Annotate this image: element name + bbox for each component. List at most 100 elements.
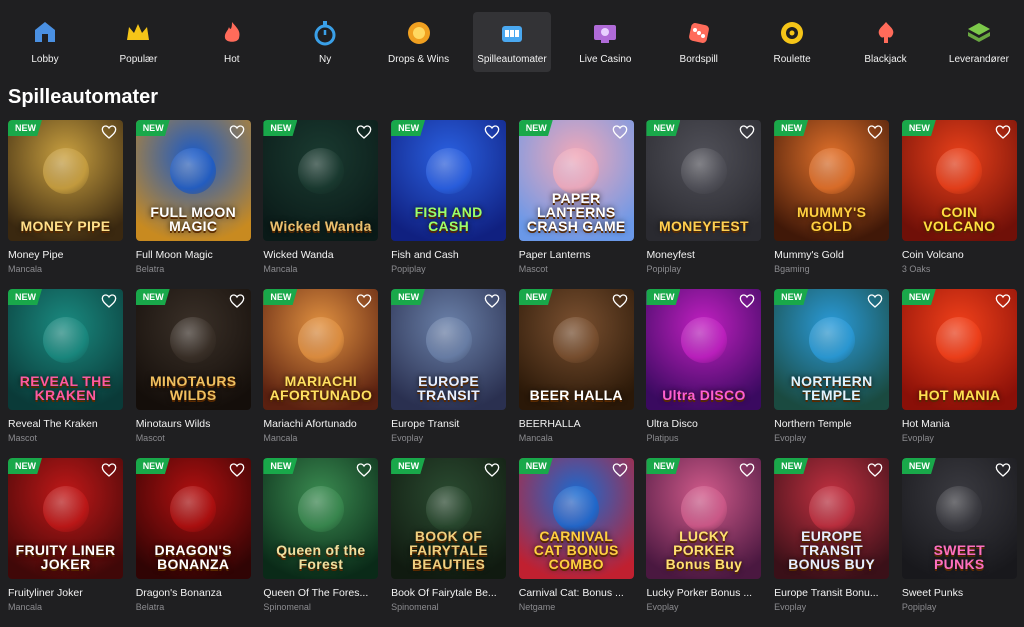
nav-item-ny[interactable]: Ny bbox=[286, 12, 364, 72]
game-card[interactable]: NEW EUROPE TRANSIT BONUS BUY Europe Tran… bbox=[774, 458, 890, 627]
favorite-heart-icon[interactable] bbox=[739, 462, 755, 478]
nav-item-roulette[interactable]: Roulette bbox=[753, 12, 831, 72]
nav-item-hot[interactable]: Hot bbox=[193, 12, 271, 72]
favorite-heart-icon[interactable] bbox=[995, 124, 1011, 140]
favorite-heart-icon[interactable] bbox=[101, 462, 117, 478]
game-thumbnail[interactable]: NEW EUROPE TRANSIT BONUS BUY bbox=[774, 458, 890, 579]
game-card[interactable]: NEW FRUITY LINER JOKER Fruityliner Joker… bbox=[8, 458, 123, 627]
game-card[interactable]: NEW MARIACHI AFORTUNADO Mariachi Afortun… bbox=[263, 289, 379, 458]
favorite-heart-icon[interactable] bbox=[995, 462, 1011, 478]
favorite-heart-icon[interactable] bbox=[995, 293, 1011, 309]
game-thumbnail[interactable]: NEW FULL MOON MAGIC bbox=[135, 120, 251, 241]
game-card[interactable]: NEW MONEYFEST Moneyfest Popiplay bbox=[646, 120, 762, 289]
game-card[interactable]: NEW SWEET PUNKS Sweet Punks Popiplay bbox=[901, 458, 1017, 627]
game-name[interactable]: Lucky Porker Bonus ... bbox=[646, 587, 761, 599]
game-thumbnail[interactable]: NEW MONEY PIPE bbox=[8, 120, 123, 241]
game-thumbnail[interactable]: NEW FISH AND CASH bbox=[391, 120, 507, 241]
game-thumbnail[interactable]: NEW Ultra DISCO bbox=[646, 289, 762, 410]
game-name[interactable]: Coin Volcano bbox=[902, 249, 1017, 261]
game-card[interactable]: NEW REVEAL THE KRAKEN Reveal The Kraken … bbox=[8, 289, 123, 458]
game-name[interactable]: Fish and Cash bbox=[391, 249, 506, 261]
game-thumbnail[interactable]: NEW Wicked Wanda bbox=[263, 120, 379, 241]
game-thumbnail[interactable]: NEW MINOTAURS WILDS bbox=[135, 289, 251, 410]
game-thumbnail[interactable]: NEW NORTHERN TEMPLE bbox=[774, 289, 890, 410]
game-card[interactable]: NEW MUMMY'S GOLD Mummy's Gold Bgaming bbox=[774, 120, 890, 289]
nav-item-drops-wins[interactable]: Drops & Wins bbox=[380, 12, 458, 72]
game-card[interactable]: NEW NORTHERN TEMPLE Northern Temple Evop… bbox=[774, 289, 890, 458]
favorite-heart-icon[interactable] bbox=[739, 124, 755, 140]
nav-item-leverandører[interactable]: Leverandører bbox=[940, 12, 1018, 72]
game-name[interactable]: Dragon's Bonanza bbox=[136, 587, 251, 599]
game-card[interactable]: NEW Ultra DISCO Ultra Disco Platipus bbox=[646, 289, 762, 458]
game-card[interactable]: NEW FULL MOON MAGIC Full Moon Magic Bela… bbox=[135, 120, 251, 289]
game-card[interactable]: NEW CARNIVAL CAT BONUS COMBO Carnival Ca… bbox=[518, 458, 634, 627]
game-thumbnail[interactable]: NEW HOT MANIA bbox=[901, 289, 1017, 410]
favorite-heart-icon[interactable] bbox=[484, 124, 500, 140]
nav-item-populær[interactable]: Populær bbox=[99, 12, 177, 72]
nav-item-blackjack[interactable]: Blackjack bbox=[847, 12, 925, 72]
game-name[interactable]: Reveal The Kraken bbox=[8, 418, 123, 430]
game-card[interactable]: NEW BEER HALLA BEERHALLA Mancala bbox=[518, 289, 634, 458]
game-thumbnail[interactable]: NEW COIN VOLCANO bbox=[901, 120, 1017, 241]
game-thumbnail[interactable]: NEW PAPER LANTERNS CRASH GAME bbox=[518, 120, 634, 241]
game-name[interactable]: Queen Of The Fores... bbox=[263, 587, 378, 599]
favorite-heart-icon[interactable] bbox=[356, 124, 372, 140]
game-name[interactable]: Minotaurs Wilds bbox=[136, 418, 251, 430]
game-thumbnail[interactable]: NEW DRAGON'S BONANZA bbox=[135, 458, 251, 579]
favorite-heart-icon[interactable] bbox=[612, 124, 628, 140]
game-name[interactable]: Ultra Disco bbox=[646, 418, 761, 430]
game-name[interactable]: Paper Lanterns bbox=[519, 249, 634, 261]
favorite-heart-icon[interactable] bbox=[229, 462, 245, 478]
game-card[interactable]: NEW PAPER LANTERNS CRASH GAME Paper Lant… bbox=[518, 120, 634, 289]
game-thumbnail[interactable]: NEW MUMMY'S GOLD bbox=[774, 120, 890, 241]
game-name[interactable]: Mummy's Gold bbox=[774, 249, 889, 261]
game-name[interactable]: Full Moon Magic bbox=[136, 249, 251, 261]
game-thumbnail[interactable]: NEW LUCKY PORKER Bonus Buy bbox=[646, 458, 762, 579]
favorite-heart-icon[interactable] bbox=[101, 293, 117, 309]
favorite-heart-icon[interactable] bbox=[229, 293, 245, 309]
game-card[interactable]: NEW Queen of the Forest Queen Of The For… bbox=[263, 458, 379, 627]
game-thumbnail[interactable]: NEW REVEAL THE KRAKEN bbox=[8, 289, 123, 410]
favorite-heart-icon[interactable] bbox=[867, 462, 883, 478]
game-card[interactable]: NEW LUCKY PORKER Bonus Buy Lucky Porker … bbox=[646, 458, 762, 627]
game-card[interactable]: NEW MINOTAURS WILDS Minotaurs Wilds Masc… bbox=[135, 289, 251, 458]
favorite-heart-icon[interactable] bbox=[612, 293, 628, 309]
game-thumbnail[interactable]: NEW Queen of the Forest bbox=[263, 458, 379, 579]
game-name[interactable]: Europe Transit bbox=[391, 418, 506, 430]
favorite-heart-icon[interactable] bbox=[867, 293, 883, 309]
game-name[interactable]: Money Pipe bbox=[8, 249, 123, 261]
game-card[interactable]: NEW EUROPE TRANSIT Europe Transit Evopla… bbox=[391, 289, 507, 458]
favorite-heart-icon[interactable] bbox=[356, 293, 372, 309]
game-thumbnail[interactable]: NEW MONEYFEST bbox=[646, 120, 762, 241]
game-name[interactable]: Moneyfest bbox=[646, 249, 761, 261]
game-thumbnail[interactable]: NEW SWEET PUNKS bbox=[901, 458, 1017, 579]
game-name[interactable]: Sweet Punks bbox=[902, 587, 1017, 599]
game-thumbnail[interactable]: NEW CARNIVAL CAT BONUS COMBO bbox=[518, 458, 634, 579]
favorite-heart-icon[interactable] bbox=[612, 462, 628, 478]
nav-item-live-casino[interactable]: Live Casino bbox=[566, 12, 644, 72]
favorite-heart-icon[interactable] bbox=[356, 462, 372, 478]
game-name[interactable]: Northern Temple bbox=[774, 418, 889, 430]
game-name[interactable]: Europe Transit Bonu... bbox=[774, 587, 889, 599]
game-card[interactable]: NEW DRAGON'S BONANZA Dragon's Bonanza Be… bbox=[135, 458, 251, 627]
game-thumbnail[interactable]: NEW FRUITY LINER JOKER bbox=[8, 458, 123, 579]
favorite-heart-icon[interactable] bbox=[867, 124, 883, 140]
favorite-heart-icon[interactable] bbox=[484, 293, 500, 309]
game-thumbnail[interactable]: NEW BOOK OF FAIRYTALE BEAUTIES bbox=[391, 458, 507, 579]
game-name[interactable]: Mariachi Afortunado bbox=[263, 418, 378, 430]
favorite-heart-icon[interactable] bbox=[484, 462, 500, 478]
game-name[interactable]: Wicked Wanda bbox=[263, 249, 378, 261]
game-card[interactable]: NEW FISH AND CASH Fish and Cash Popiplay bbox=[391, 120, 507, 289]
game-name[interactable]: Carnival Cat: Bonus ... bbox=[519, 587, 634, 599]
game-name[interactable]: Hot Mania bbox=[902, 418, 1017, 430]
game-thumbnail[interactable]: NEW EUROPE TRANSIT bbox=[391, 289, 507, 410]
game-name[interactable]: Fruityliner Joker bbox=[8, 587, 123, 599]
nav-item-lobby[interactable]: Lobby bbox=[6, 12, 84, 72]
game-name[interactable]: BEERHALLA bbox=[519, 418, 634, 430]
nav-item-spilleautomater[interactable]: Spilleautomater bbox=[472, 12, 551, 72]
game-card[interactable]: NEW BOOK OF FAIRYTALE BEAUTIES Book Of F… bbox=[391, 458, 507, 627]
game-card[interactable]: NEW COIN VOLCANO Coin Volcano 3 Oaks bbox=[901, 120, 1017, 289]
favorite-heart-icon[interactable] bbox=[739, 293, 755, 309]
favorite-heart-icon[interactable] bbox=[101, 124, 117, 140]
game-card[interactable]: NEW MONEY PIPE Money Pipe Mancala bbox=[8, 120, 123, 289]
